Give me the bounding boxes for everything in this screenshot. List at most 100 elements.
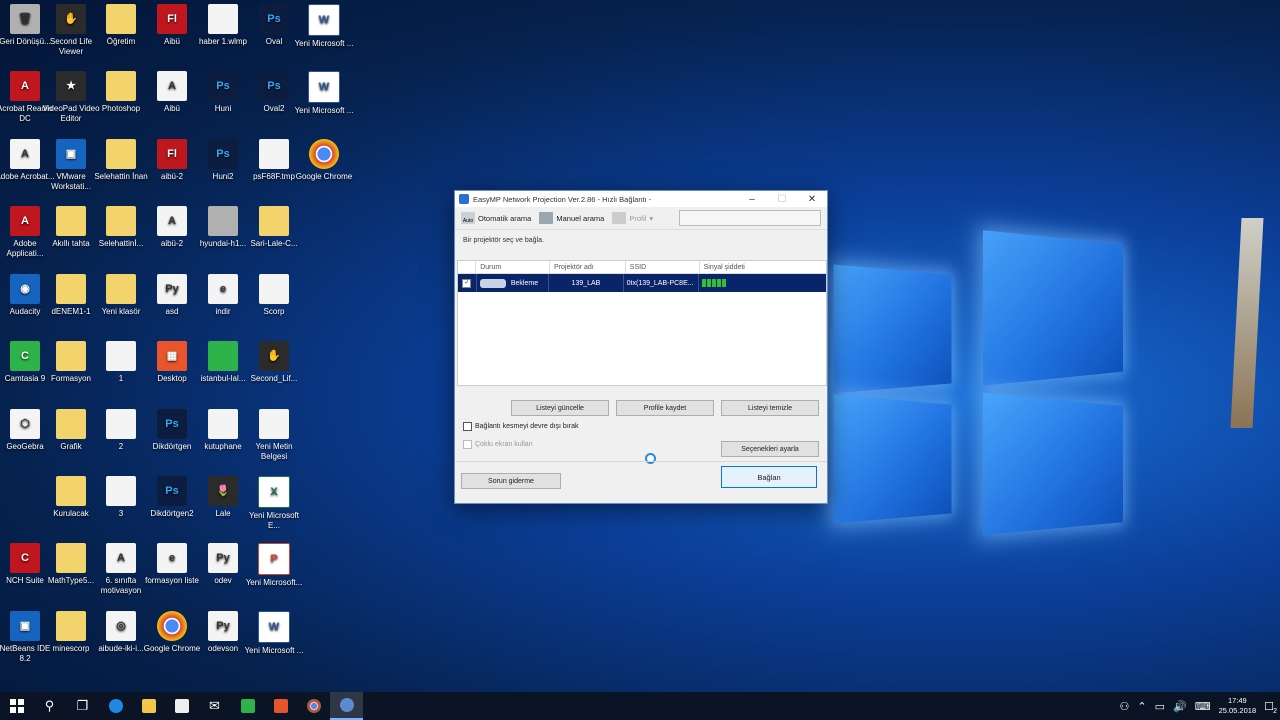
keyboard-icon[interactable]: ⌨ bbox=[1195, 700, 1211, 713]
notification-count: 2 bbox=[1273, 707, 1277, 715]
connect-button[interactable]: Bağlan bbox=[721, 466, 817, 488]
clock-time: 17:49 bbox=[1227, 696, 1247, 705]
header-signal[interactable]: Sinyal şiddeti bbox=[700, 261, 826, 273]
desktop-icon-image bbox=[259, 274, 289, 304]
header-status[interactable]: Durum bbox=[476, 261, 551, 273]
wooden-beam bbox=[1230, 218, 1264, 428]
desktop-icon[interactable]: Yeni Metin Belgesi bbox=[244, 409, 304, 462]
desktop-icon-image bbox=[56, 611, 86, 641]
desktop-icon-image: ★ bbox=[56, 71, 86, 101]
desktop-icon[interactable]: Sari-Lale-C... bbox=[244, 206, 304, 249]
desktop-icon-image bbox=[56, 206, 86, 236]
desktop-icon-image: Py bbox=[157, 274, 187, 304]
signal-bar bbox=[707, 279, 712, 287]
mail-icon[interactable]: ✉ bbox=[198, 692, 231, 720]
volume-icon[interactable]: 🔊 bbox=[1173, 700, 1187, 713]
list-header: Durum Projektör adı SSID Sinyal şiddeti bbox=[458, 261, 826, 274]
disconnect-checkbox-box[interactable] bbox=[463, 422, 472, 431]
notification-center-icon[interactable]: ☐ 2 bbox=[1264, 700, 1277, 715]
window-title: EasyMP Network Projection Ver.2.86 - Hız… bbox=[473, 194, 652, 204]
save-profile-button[interactable]: Profile kaydet bbox=[616, 400, 714, 416]
desktop-icon-image: ▦ bbox=[157, 341, 187, 371]
multi-screen-checkbox-label: Çoklu ekran kullan bbox=[475, 441, 533, 448]
desktop-icon-image: A bbox=[10, 206, 40, 236]
desktop-icon-image: A bbox=[106, 543, 136, 573]
desktop-icon-label: Yeni Microsoft E... bbox=[249, 511, 299, 530]
search-icon[interactable]: ⚲ bbox=[33, 692, 66, 720]
desktop-icon-image bbox=[106, 341, 136, 371]
desktop-icon-label: Second_Lif... bbox=[250, 374, 298, 383]
auto-search-button[interactable]: Auto Otomatik arama bbox=[461, 212, 531, 224]
edge-icon[interactable] bbox=[99, 692, 132, 720]
multi-screen-checkbox[interactable]: Çoklu ekran kullan bbox=[463, 440, 533, 449]
desktop-icon-image: C bbox=[10, 543, 40, 573]
profile-button[interactable]: Profil ▾ bbox=[612, 212, 653, 224]
camtasia-icon[interactable] bbox=[264, 692, 297, 720]
desktop-icon-image: Ps bbox=[208, 71, 238, 101]
desktop-icon-image: e bbox=[157, 543, 187, 573]
multi-screen-checkbox-box[interactable] bbox=[463, 440, 472, 449]
desktop-icon-image: Ps bbox=[259, 4, 289, 34]
table-row[interactable]: ✓ Bekleme 139_LAB 0tx(139_LAB-PC8E... bbox=[458, 274, 826, 292]
taskbar: ⚲ ❐ ✉ ⚇ ⌃ ▭ 🔊 ⌨ 17:49 25.05.2018 ☐ 2 bbox=[0, 692, 1280, 720]
desktop-icon[interactable]: X Yeni Microsoft E... bbox=[244, 476, 304, 531]
projector-list[interactable]: Durum Projektör adı SSID Sinyal şiddeti … bbox=[457, 260, 827, 464]
easymp-taskbar-icon[interactable] bbox=[330, 692, 363, 720]
options-button[interactable]: Seçenekleri ayarla bbox=[721, 441, 819, 457]
chevron-up-icon[interactable]: ⌃ bbox=[1137, 700, 1146, 713]
desktop-icon[interactable]: ✋ Second_Lif... bbox=[244, 341, 304, 384]
maximize-button[interactable]: ☐ bbox=[767, 194, 797, 205]
profile-icon bbox=[612, 212, 627, 224]
desktop-icon-image bbox=[106, 476, 136, 506]
header-ssid[interactable]: SSID bbox=[626, 261, 700, 273]
desktop-icon-image: W bbox=[308, 71, 340, 103]
people-icon[interactable]: ⚇ bbox=[1119, 700, 1129, 713]
desktop-icon[interactable]: W Yeni Microsoft ... bbox=[294, 4, 354, 49]
file-explorer-icon[interactable] bbox=[132, 692, 165, 720]
clock[interactable]: 17:49 25.05.2018 bbox=[1219, 696, 1257, 716]
clear-list-button[interactable]: Listeyi temizle bbox=[721, 400, 819, 416]
camtasia-recorder-icon[interactable] bbox=[231, 692, 264, 720]
profile-path-field bbox=[679, 210, 821, 226]
row-checkbox-cell[interactable]: ✓ bbox=[458, 274, 477, 292]
troubleshoot-button[interactable]: Sorun giderme bbox=[461, 473, 561, 489]
system-tray: ⚇ ⌃ ▭ 🔊 ⌨ 17:49 25.05.2018 ☐ 2 bbox=[1119, 696, 1280, 716]
desktop-icon-image: ▣ bbox=[56, 139, 86, 169]
task-view-icon[interactable]: ❐ bbox=[66, 692, 99, 720]
start-button[interactable] bbox=[0, 692, 33, 720]
desktop-icon-image: e bbox=[208, 274, 238, 304]
desktop-icon-image: W bbox=[258, 611, 290, 643]
desktop-icon-label: Yeni Microsoft ... bbox=[294, 106, 354, 115]
desktop-icon-image: Ps bbox=[259, 71, 289, 101]
desktop-icon[interactable]: P Yeni Microsoft... bbox=[244, 543, 304, 588]
signal-bar bbox=[712, 279, 717, 287]
desktop-icon-image: Ps bbox=[157, 476, 187, 506]
instruction-text: Bir projektör seç ve bağla. bbox=[463, 237, 544, 244]
desktop-icon-image bbox=[106, 71, 136, 101]
desktop-icon-image: C bbox=[10, 341, 40, 371]
header-projector-name[interactable]: Projektör adı bbox=[550, 261, 626, 273]
desktop-icon[interactable]: Google Chrome bbox=[294, 139, 354, 182]
manual-search-label: Manuel arama bbox=[556, 213, 605, 223]
row-signal-cell bbox=[699, 274, 826, 292]
desktop-icon-image: ✋ bbox=[56, 4, 86, 34]
desktop-icon-image bbox=[208, 206, 238, 236]
desktop-icon[interactable]: W Yeni Microsoft ... bbox=[294, 71, 354, 116]
windows-start-icon bbox=[9, 699, 24, 713]
toolbar: Auto Otomatik arama Manuel arama Profil … bbox=[455, 207, 827, 230]
close-button[interactable]: ✕ bbox=[797, 194, 827, 205]
minimize-button[interactable]: – bbox=[737, 194, 767, 205]
desktop-icon-image: A bbox=[157, 71, 187, 101]
chrome-icon[interactable] bbox=[297, 692, 330, 720]
desktop-icon[interactable]: W Yeni Microsoft ... bbox=[244, 611, 304, 656]
desktop-icon[interactable]: Scorp bbox=[244, 274, 304, 317]
store-icon[interactable] bbox=[165, 692, 198, 720]
network-icon[interactable]: ▭ bbox=[1155, 700, 1165, 713]
row-checkbox[interactable]: ✓ bbox=[462, 278, 472, 288]
desktop-icon-image: 🌷 bbox=[208, 476, 238, 506]
title-bar[interactable]: EasyMP Network Projection Ver.2.86 - Hız… bbox=[455, 191, 827, 207]
desktop-icon-image bbox=[56, 341, 86, 371]
manual-search-button[interactable]: Manuel arama bbox=[539, 212, 604, 224]
disconnect-checkbox[interactable]: Bağlantı kesmeyi devre dışı bırak bbox=[463, 422, 579, 431]
update-list-button[interactable]: Listeyi güncelle bbox=[511, 400, 609, 416]
